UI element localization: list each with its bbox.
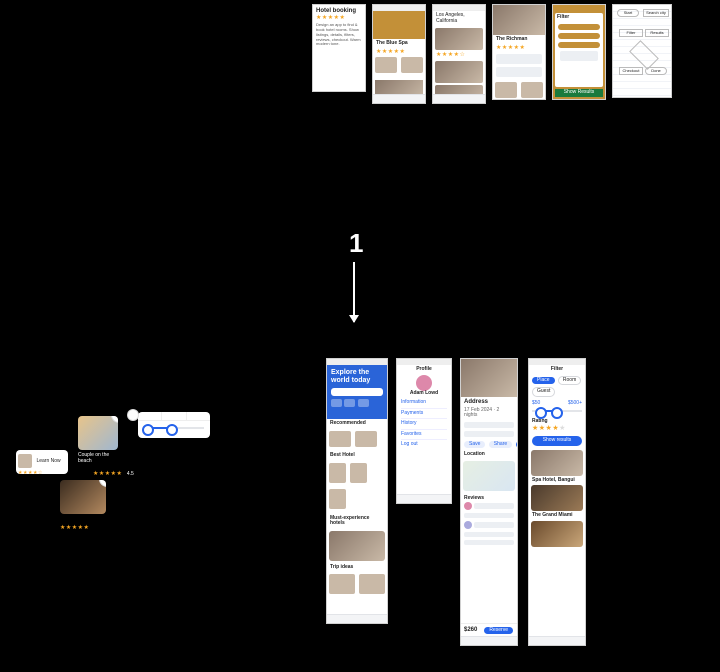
mood-photo-interior: ⋯ — [60, 480, 106, 514]
tab[interactable]: Room — [558, 376, 581, 386]
mood-card-title: Learn Now — [36, 458, 60, 464]
list-item[interactable]: Payments — [401, 409, 447, 420]
dots-icon[interactable]: ⋯ — [100, 480, 106, 486]
search-input[interactable] — [331, 388, 383, 396]
section-title: Must-experience hotels — [327, 514, 387, 529]
slider-handle[interactable] — [166, 424, 178, 436]
list-item[interactable]: Favorites — [401, 430, 447, 441]
detail-title: Address — [461, 397, 517, 408]
input-ref-home: The Blue Spa ★★★★★ Book Room — [372, 4, 426, 104]
stars-icon: ★★★★★ — [373, 49, 425, 56]
map[interactable] — [463, 461, 515, 491]
ref-detail-title: The Richman — [493, 35, 545, 45]
brief-title: Hotel booking — [316, 8, 362, 15]
mood-rating-bottom: ★★★★★ — [60, 516, 89, 534]
detail-price: $260 — [464, 627, 477, 634]
like-icon[interactable]: ♡ — [112, 416, 118, 422]
flow-start: Start — [617, 9, 639, 17]
action-chip[interactable]: Save — [464, 441, 485, 449]
list-item[interactable]: Log out — [401, 440, 447, 450]
step-number: 1 — [349, 228, 363, 259]
slider-handle[interactable] — [535, 407, 547, 419]
input-ref-detail: The Richman ★★★★★ $260 /night Book Room — [492, 4, 546, 100]
ref-filter-cta[interactable]: Show Results — [555, 89, 603, 97]
result-filter: Filter Place Room Guest $50 $500+ Rating… — [528, 358, 586, 646]
result-detail: Address 17 Feb 2024 · 2 nights Save Shar… — [460, 358, 518, 646]
brief-body: Design an app to find & book hotel rooms… — [316, 23, 362, 87]
flow-node: Search city — [643, 9, 669, 17]
stars-icon: ★★★★★ — [60, 525, 89, 531]
mood-rating: ★★★★★ 4.5 — [93, 462, 134, 480]
section-title: Recommended — [327, 419, 387, 429]
input-ref-filter: Filter Show Results — [552, 4, 606, 100]
avatar[interactable] — [416, 375, 432, 391]
list-item[interactable]: History — [401, 419, 447, 430]
mood-photo-beach: ♡ — [78, 416, 118, 450]
filter-header: Filter — [529, 365, 585, 375]
profile-header: Profile — [397, 365, 451, 375]
stars-icon: ★★★★★ — [316, 15, 362, 22]
action-chip[interactable]: Share — [489, 441, 512, 449]
tab[interactable]: Place — [532, 377, 555, 385]
stars-icon: ★★★★☆ — [433, 52, 485, 59]
home-headline: Explore the world today — [331, 369, 383, 384]
result-profile: Profile Adam Lowd Information Payments H… — [396, 358, 452, 504]
section-title: Best Hotel — [327, 451, 387, 461]
detail-dates: 17 Feb 2024 · 2 nights — [461, 408, 517, 419]
stars-icon: ★★★★★ — [493, 45, 545, 52]
mood-card-learn[interactable]: Learn Now ★★★★☆ — [16, 450, 68, 474]
mood-slider[interactable] — [138, 412, 210, 438]
ref-home-title: The Blue Spa — [373, 39, 425, 49]
action-chip[interactable]: Map — [516, 441, 518, 449]
input-flowchart: Start Search city Filter Results Checkou… — [612, 4, 672, 98]
stars-icon: ★★★★☆ — [18, 470, 66, 474]
flow-node: Filter — [619, 29, 643, 37]
show-results-button[interactable]: Show results — [532, 436, 582, 446]
ref-listing-header: Los Angeles, California — [433, 11, 485, 26]
section-title: Reviews — [461, 493, 517, 503]
tab[interactable]: Guest — [532, 387, 555, 397]
flow-node: Checkout — [619, 67, 643, 75]
slider-handle[interactable] — [142, 424, 154, 436]
badge-icon — [128, 410, 138, 420]
slider-handle[interactable] — [551, 407, 563, 419]
hotel-name[interactable]: Spa Hotel, Bangui — [529, 478, 585, 484]
ref-filter-title: Filter — [557, 15, 601, 21]
section-title: Location — [461, 449, 517, 459]
arrow-down-icon — [353, 262, 355, 322]
result-home: Explore the world today Recommended Best… — [326, 358, 388, 624]
reserve-button[interactable]: Reserve — [484, 627, 513, 635]
hotel-name[interactable]: The Grand Miami — [529, 513, 585, 519]
input-brief-doc: Hotel booking ★★★★★ Design an app to fin… — [312, 4, 366, 92]
input-ref-listing: Los Angeles, California ★★★★☆ — [432, 4, 486, 104]
flow-node: Results — [645, 29, 669, 37]
section-title: Trip ideas — [327, 563, 387, 573]
stars-icon[interactable]: ★★★★★ — [529, 425, 585, 433]
stars-icon: ★★★★★ — [93, 471, 122, 477]
flow-decision — [629, 40, 659, 70]
flow-end: Done — [645, 67, 667, 75]
list-item[interactable]: Information — [401, 398, 447, 409]
